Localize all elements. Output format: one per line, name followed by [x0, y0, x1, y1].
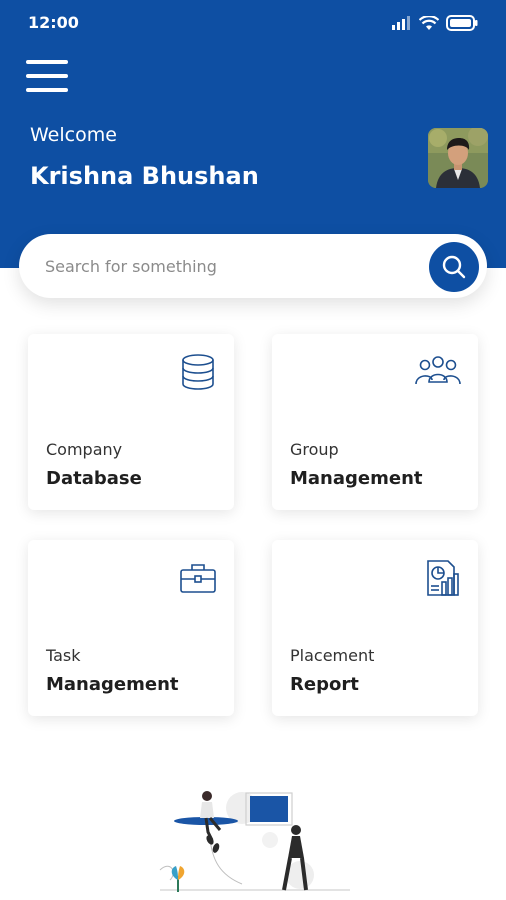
database-icon: [182, 354, 214, 390]
avatar[interactable]: [428, 128, 488, 188]
status-icons: [392, 14, 478, 32]
status-time: 12:00: [28, 13, 79, 32]
wifi-icon: [419, 15, 439, 30]
card-task-management[interactable]: Task Management: [28, 540, 234, 716]
search-bar: [19, 234, 487, 298]
card-title: Management: [46, 674, 179, 695]
menu-line-icon: [26, 74, 68, 78]
header-banner: 12:00 Welcome Krishna Bhushan: [0, 0, 506, 268]
search-button[interactable]: [429, 242, 479, 292]
card-subtitle: Task: [46, 646, 81, 665]
card-placement-report[interactable]: Placement Report: [272, 540, 478, 716]
card-subtitle: Placement: [290, 646, 375, 665]
battery-icon: [446, 15, 478, 31]
group-icon: [415, 356, 461, 385]
people-illustration: [159, 791, 350, 892]
card-company-database[interactable]: Company Database: [28, 334, 234, 510]
report-icon: [427, 560, 459, 596]
search-input[interactable]: [45, 252, 405, 280]
hamburger-menu-button[interactable]: [26, 60, 72, 96]
menu-line-icon: [26, 88, 68, 92]
card-group-management[interactable]: Group Management: [272, 334, 478, 510]
welcome-text: Welcome: [30, 124, 117, 146]
signal-icon: [392, 16, 410, 30]
card-subtitle: Company: [46, 440, 123, 459]
card-title: Database: [46, 468, 142, 489]
status-bar: 12:00: [0, 0, 506, 46]
card-subtitle: Group: [290, 440, 339, 459]
search-icon: [442, 255, 466, 279]
briefcase-icon: [180, 564, 216, 593]
user-name: Krishna Bhushan: [30, 162, 259, 190]
avatar-photo: [428, 128, 488, 188]
menu-line-icon: [26, 60, 68, 64]
card-title: Report: [290, 674, 359, 695]
card-title: Management: [290, 468, 423, 489]
